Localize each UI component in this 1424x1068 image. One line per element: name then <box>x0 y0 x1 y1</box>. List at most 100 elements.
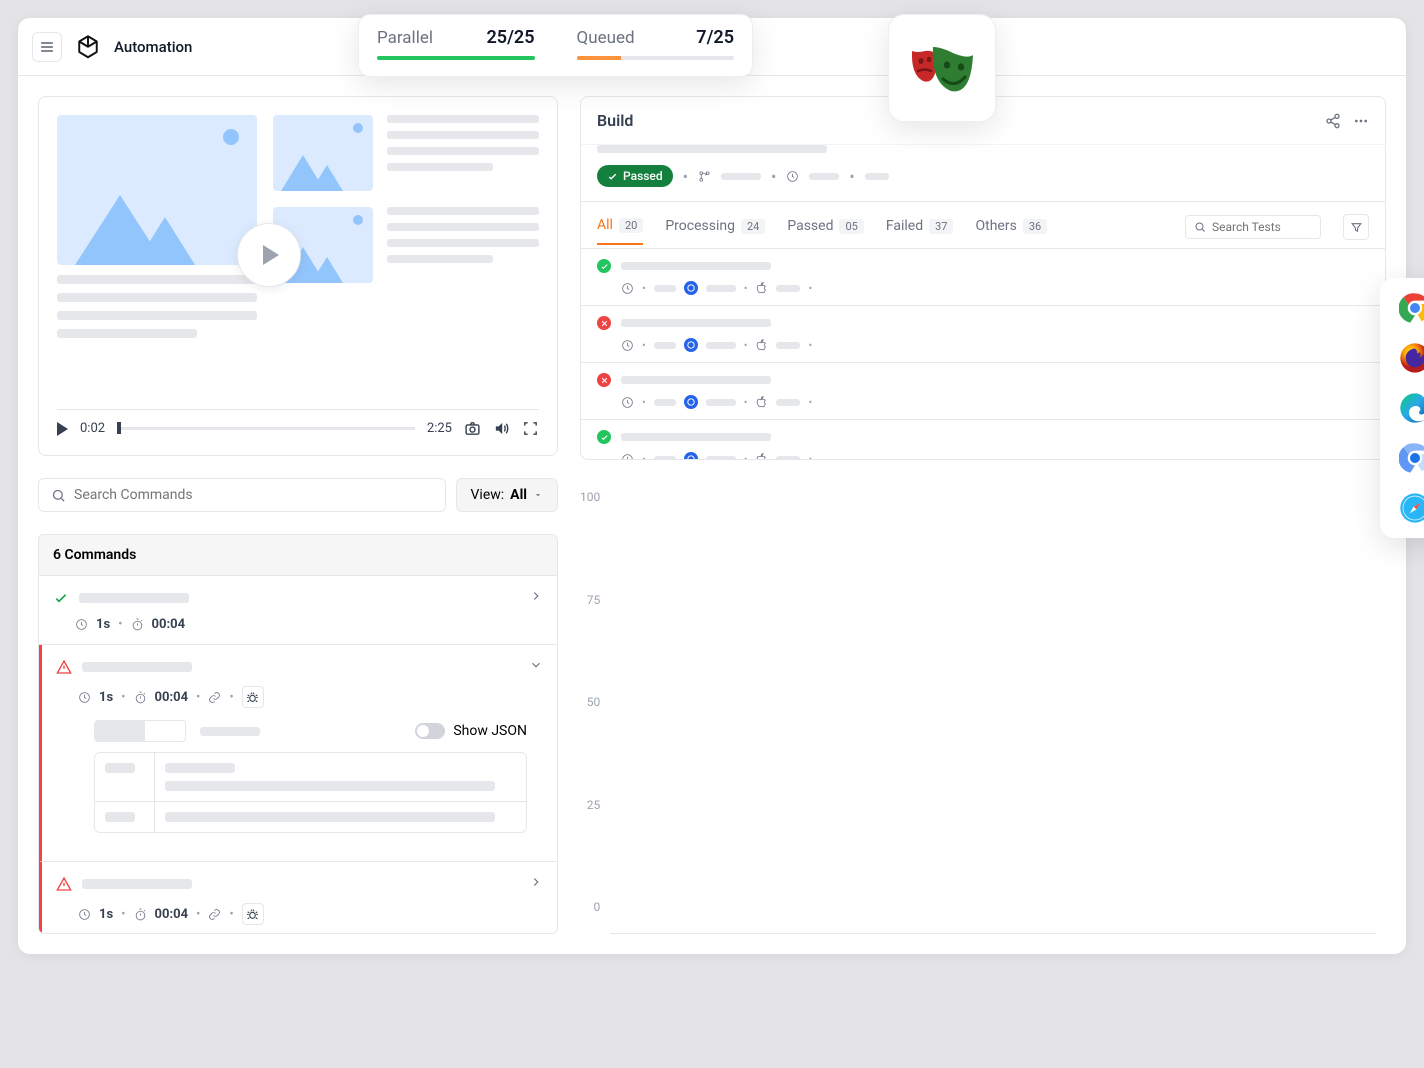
chevron-down-icon <box>529 658 543 672</box>
view-filter-value: All <box>510 487 527 503</box>
chromium-icon[interactable] <box>1399 442 1424 474</box>
warning-icon <box>56 876 72 892</box>
video-card: 0:02 2:25 <box>38 96 558 456</box>
brand-logo <box>74 31 102 63</box>
tab-processing[interactable]: Processing24 <box>665 218 765 244</box>
y-tick: 50 <box>587 695 601 709</box>
status-badge-label: Passed <box>623 169 663 183</box>
clock-icon <box>621 282 634 295</box>
camera-icon[interactable] <box>464 420 481 437</box>
commands-header: 6 Commands <box>39 535 557 576</box>
chevron-right-icon <box>529 589 543 603</box>
search-icon <box>51 488 66 503</box>
video-current-time: 0:02 <box>80 421 105 436</box>
branch-icon <box>698 170 711 183</box>
page-title: Automation <box>114 38 192 56</box>
video-thumbnail <box>273 115 373 191</box>
link-icon[interactable] <box>208 691 221 704</box>
stopwatch-icon <box>131 618 144 631</box>
browser-rail <box>1380 278 1424 538</box>
y-tick: 0 <box>593 900 600 914</box>
tab-others[interactable]: Others36 <box>975 218 1047 244</box>
link-icon[interactable] <box>208 908 221 921</box>
queued-value: 7/25 <box>696 27 734 48</box>
chevron-right-icon <box>529 875 543 889</box>
test-row[interactable]: ••• <box>581 306 1385 363</box>
view-filter-button[interactable]: View: All <box>456 478 558 512</box>
search-icon <box>1194 221 1206 233</box>
stopwatch-icon <box>134 908 147 921</box>
chevron-down-icon <box>533 490 543 500</box>
build-title: Build <box>597 111 633 130</box>
app-window: Automation Parallel 25/25 Queued 7/25 <box>18 18 1406 954</box>
queue-status-card: Parallel 25/25 Queued 7/25 <box>358 14 753 77</box>
browser-icon <box>684 452 698 459</box>
video-thumbnail <box>57 115 257 265</box>
apple-icon <box>755 282 768 295</box>
test-search-input[interactable] <box>1212 220 1312 234</box>
close-icon <box>597 373 611 387</box>
test-search[interactable] <box>1185 215 1321 239</box>
command-search[interactable] <box>38 478 446 512</box>
close-icon <box>597 316 611 330</box>
command-search-input[interactable] <box>74 487 433 503</box>
share-icon[interactable] <box>1325 113 1341 129</box>
y-tick: 100 <box>580 490 600 504</box>
parallel-label: Parallel <box>377 28 433 48</box>
browser-icon <box>684 281 698 295</box>
test-row[interactable]: ••• <box>581 363 1385 420</box>
command-row[interactable]: 1s•00:04•• Show JSON <box>39 645 557 862</box>
clock-icon <box>75 618 88 631</box>
apple-icon <box>755 339 768 352</box>
debug-button[interactable] <box>242 686 264 708</box>
test-row[interactable]: ••• <box>581 420 1385 459</box>
warning-icon <box>56 659 72 675</box>
filter-button[interactable] <box>1343 214 1369 240</box>
y-tick: 75 <box>587 593 601 607</box>
clock-icon <box>786 170 799 183</box>
show-json-label: Show JSON <box>453 723 527 739</box>
filter-icon <box>1350 221 1363 234</box>
tab-all[interactable]: All20 <box>597 217 643 245</box>
clock-icon <box>78 691 91 704</box>
view-filter-prefix: View: <box>471 487 505 503</box>
browser-icon <box>684 338 698 352</box>
play-button[interactable] <box>57 422 68 436</box>
video-duration: 2:25 <box>427 421 452 436</box>
command-row[interactable]: 1s•00:04 <box>39 576 557 645</box>
chart: 100 75 50 25 0 <box>580 490 1386 934</box>
more-icon[interactable] <box>1353 113 1369 129</box>
edge-icon[interactable] <box>1399 392 1424 424</box>
check-icon <box>53 590 69 606</box>
status-badge: Passed <box>597 165 673 187</box>
apple-icon <box>755 453 768 460</box>
clock-icon <box>621 396 634 409</box>
firefox-icon[interactable] <box>1399 342 1424 374</box>
fullscreen-icon[interactable] <box>522 420 539 437</box>
apple-icon <box>755 396 768 409</box>
parallel-value: 25/25 <box>487 27 535 48</box>
debug-button[interactable] <box>242 903 264 925</box>
play-overlay-button[interactable] <box>237 223 301 287</box>
clock-icon <box>621 453 634 460</box>
build-card: Build Passed • <box>580 96 1386 460</box>
menu-button[interactable] <box>32 32 62 62</box>
tab-passed[interactable]: Passed05 <box>787 218 864 244</box>
clock-icon <box>78 908 91 921</box>
video-progress[interactable] <box>117 427 415 430</box>
show-json-toggle[interactable] <box>415 723 445 739</box>
command-row[interactable]: 1s•00:04•• <box>39 862 557 933</box>
playwright-logo-card <box>888 14 996 122</box>
check-icon <box>597 430 611 444</box>
check-icon <box>597 259 611 273</box>
browser-icon <box>684 395 698 409</box>
chrome-icon[interactable] <box>1399 292 1424 324</box>
y-tick: 25 <box>587 798 601 812</box>
clock-icon <box>621 339 634 352</box>
stopwatch-icon <box>134 691 147 704</box>
queued-label: Queued <box>577 28 635 48</box>
test-row[interactable]: ••• <box>581 249 1385 306</box>
volume-icon[interactable] <box>493 420 510 437</box>
tab-failed[interactable]: Failed37 <box>886 218 954 244</box>
safari-icon[interactable] <box>1399 492 1424 524</box>
